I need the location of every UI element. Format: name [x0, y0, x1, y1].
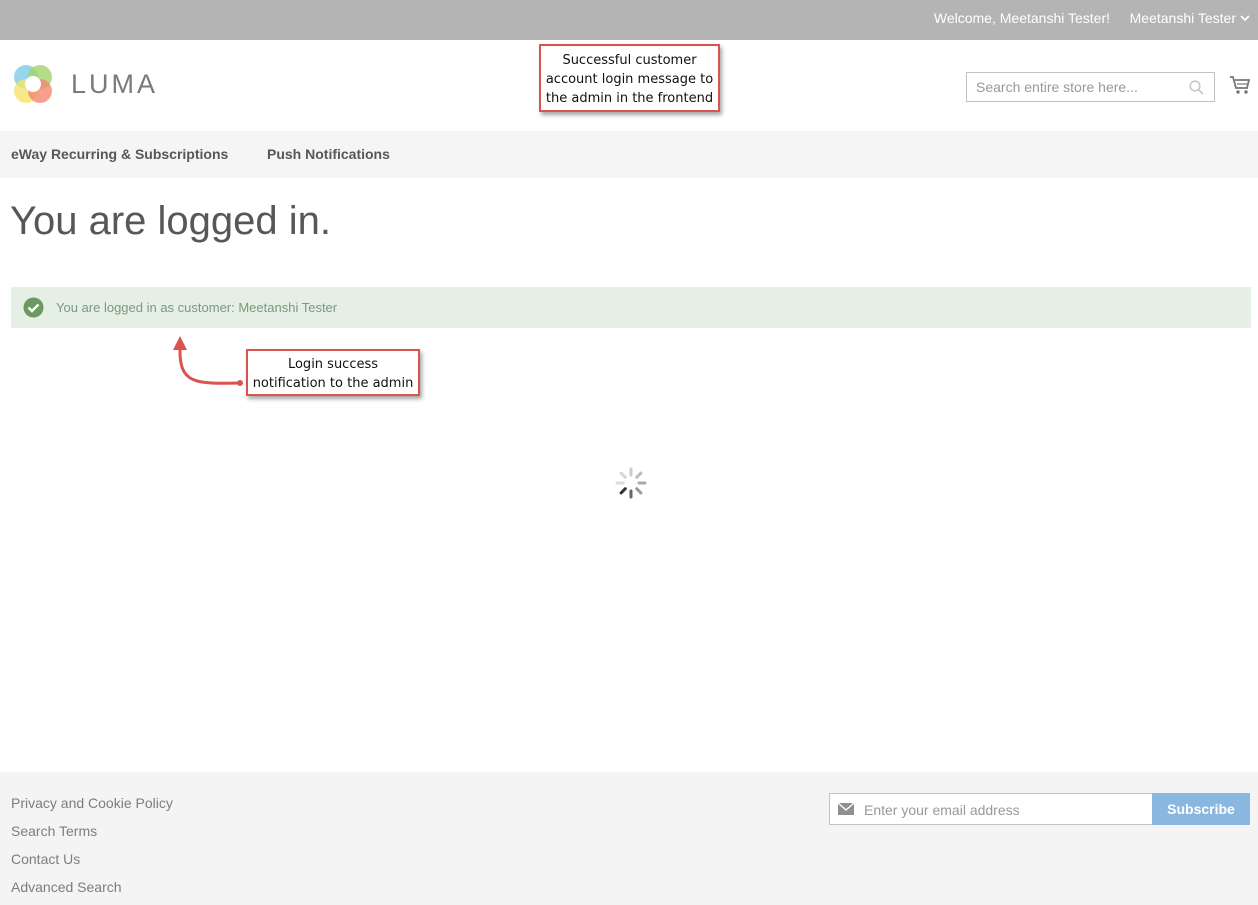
annotation-frontend-message: Successful customer account login messag…	[539, 44, 720, 112]
search-icon[interactable]	[1189, 80, 1204, 95]
footer-link-search-terms[interactable]: Search Terms	[11, 823, 97, 839]
check-circle-icon	[23, 297, 44, 318]
main-navigation: eWay Recurring & Subscriptions Push Noti…	[0, 131, 1258, 178]
annotation-line: account login message to	[545, 72, 714, 87]
footer-link-advanced-search[interactable]: Advanced Search	[11, 879, 122, 895]
luma-logo-icon	[14, 65, 52, 103]
nav-item-eway-recurring[interactable]: eWay Recurring & Subscriptions	[11, 146, 228, 162]
footer: Privacy and Cookie Policy Search Terms C…	[0, 772, 1258, 905]
newsletter-email-input[interactable]	[862, 794, 1146, 826]
chevron-down-icon	[1240, 15, 1250, 22]
annotation-arrow-icon	[173, 336, 243, 386]
cart-icon[interactable]	[1229, 75, 1251, 95]
account-dropdown[interactable]: Meetanshi Tester	[1130, 10, 1250, 26]
welcome-message: Welcome, Meetanshi Tester!	[933, 10, 1110, 26]
newsletter-field	[829, 793, 1153, 826]
nav-item-push-notifications[interactable]: Push Notifications	[267, 146, 390, 162]
annotation-line: the admin in the frontend	[545, 91, 714, 106]
search-input[interactable]	[967, 73, 1186, 101]
account-name: Meetanshi Tester	[1129, 10, 1236, 26]
store-logo[interactable]: LUMA	[11, 62, 158, 106]
footer-link-contact-us[interactable]: Contact Us	[11, 851, 80, 867]
subscribe-button[interactable]: Subscribe	[1152, 793, 1250, 825]
envelope-icon	[838, 803, 854, 815]
annotation-line: Login success	[287, 357, 379, 372]
success-message: You are logged in as customer: Meetanshi…	[11, 287, 1251, 328]
annotation-line: Successful customer	[562, 53, 697, 68]
annotation-login-notification: Login success notification to the admin	[246, 349, 420, 396]
page-title: You are logged in.	[10, 199, 332, 243]
top-bar: Welcome, Meetanshi Tester! Meetanshi Tes…	[0, 0, 1258, 40]
spinner-icon	[615, 467, 647, 499]
success-message-text: You are logged in as customer: Meetanshi…	[56, 300, 338, 315]
search-box	[966, 72, 1215, 102]
logo-text: LUMA	[71, 68, 159, 99]
annotation-line: notification to the admin	[252, 376, 414, 391]
footer-link-privacy[interactable]: Privacy and Cookie Policy	[11, 795, 173, 811]
